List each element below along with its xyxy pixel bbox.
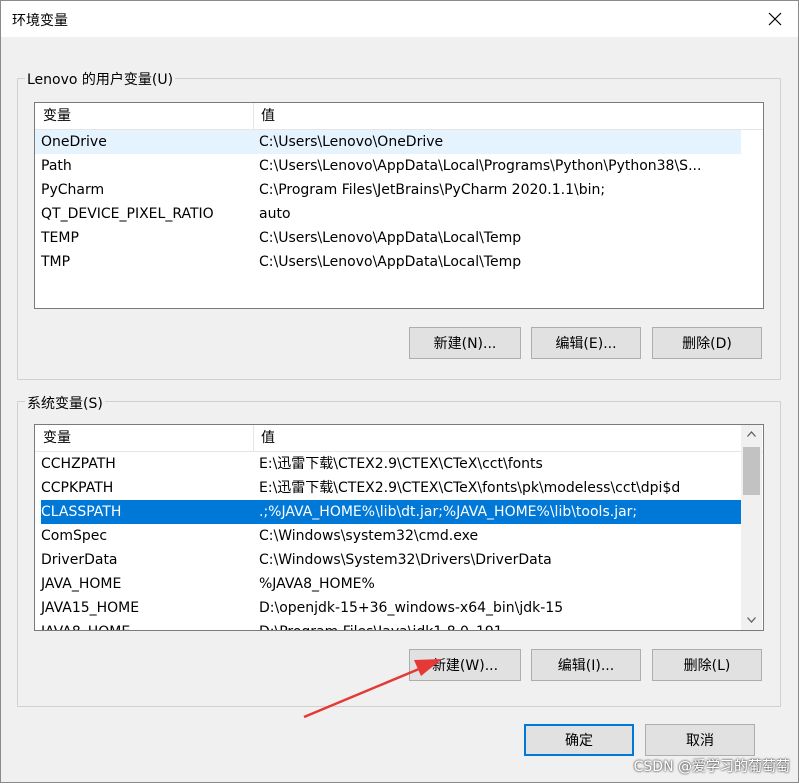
system-new-button[interactable]: 新建(W)... xyxy=(409,649,521,681)
column-header-value[interactable]: 值 xyxy=(255,103,275,129)
user-variables-legend: Lenovo 的用户变量(U) xyxy=(25,69,176,89)
list-header: 变量 值 xyxy=(35,103,763,130)
user-var-row[interactable]: TMP C:\Users\Lenovo\AppData\Local\Temp xyxy=(35,250,741,274)
ok-button[interactable]: 确定 xyxy=(524,724,634,756)
user-var-row[interactable]: TEMP C:\Users\Lenovo\AppData\Local\Temp xyxy=(35,226,741,250)
system-edit-button[interactable]: 编辑(I)... xyxy=(531,649,641,681)
system-var-row[interactable]: JAVA15_HOME D:\openjdk-15+36_windows-x64… xyxy=(35,596,741,620)
column-header-value[interactable]: 值 xyxy=(255,425,275,451)
system-variables-legend: 系统变量(S) xyxy=(25,393,105,413)
column-divider[interactable] xyxy=(253,425,254,451)
list-header: 变量 值 xyxy=(35,425,763,452)
window-title: 环境变量 xyxy=(12,13,68,29)
user-var-row[interactable]: PyCharm C:\Program Files\JetBrains\PyCha… xyxy=(35,178,741,202)
environment-variables-dialog: 环境变量 Lenovo 的用户变量(U) 变量 值 OneDrive C:\Us… xyxy=(0,0,799,783)
chevron-down-icon xyxy=(747,617,756,623)
system-var-row[interactable]: CCHZPATH E:\迅雷下载\CTEX2.9\CTEX\CTeX\cct\f… xyxy=(35,452,741,476)
scroll-thumb[interactable] xyxy=(743,447,760,495)
column-divider[interactable] xyxy=(253,103,254,129)
chevron-up-icon xyxy=(747,431,756,437)
scroll-up-button[interactable] xyxy=(741,425,762,443)
system-var-row[interactable]: ComSpec C:\Windows\system32\cmd.exe xyxy=(35,524,741,548)
user-var-row[interactable]: OneDrive C:\Users\Lenovo\OneDrive xyxy=(35,130,741,154)
close-button[interactable] xyxy=(762,6,788,32)
column-header-variable[interactable]: 变量 xyxy=(37,103,71,129)
system-var-row[interactable]: DriverData C:\Windows\System32\Drivers\D… xyxy=(35,548,741,572)
scroll-down-button[interactable] xyxy=(741,611,762,629)
user-edit-button[interactable]: 编辑(E)... xyxy=(531,327,641,359)
user-new-button[interactable]: 新建(N)... xyxy=(409,327,521,359)
system-var-row[interactable]: JAVA8_HOME D:\Program Files\Java\jdk1.8.… xyxy=(35,620,741,630)
cancel-button[interactable]: 取消 xyxy=(645,724,755,756)
watermark: CSDN @爱学习的葡萄萄 xyxy=(633,759,790,775)
user-var-row[interactable]: Path C:\Users\Lenovo\AppData\Local\Progr… xyxy=(35,154,741,178)
system-var-row[interactable]: JAVA_HOME %JAVA8_HOME% xyxy=(35,572,741,596)
system-var-row-selected[interactable]: CLASSPATH .;%JAVA_HOME%\lib\dt.jar;%JAVA… xyxy=(41,500,741,524)
system-var-row[interactable]: CCPKPATH E:\迅雷下载\CTEX2.9\CTEX\CTeX\fonts… xyxy=(35,476,741,500)
close-icon xyxy=(768,12,782,26)
system-variables-list[interactable]: 变量 值 CCHZPATH E:\迅雷下载\CTEX2.9\CTEX\CTeX\… xyxy=(34,424,764,631)
user-var-row[interactable]: QT_DEVICE_PIXEL_RATIO auto xyxy=(35,202,741,226)
system-delete-button[interactable]: 删除(L) xyxy=(652,649,762,681)
user-delete-button[interactable]: 删除(D) xyxy=(652,327,762,359)
column-header-variable[interactable]: 变量 xyxy=(37,425,71,451)
user-variables-list[interactable]: 变量 值 OneDrive C:\Users\Lenovo\OneDrive P… xyxy=(34,102,764,309)
system-list-scrollbar[interactable] xyxy=(741,425,762,630)
title-bar: 环境变量 xyxy=(1,1,798,37)
